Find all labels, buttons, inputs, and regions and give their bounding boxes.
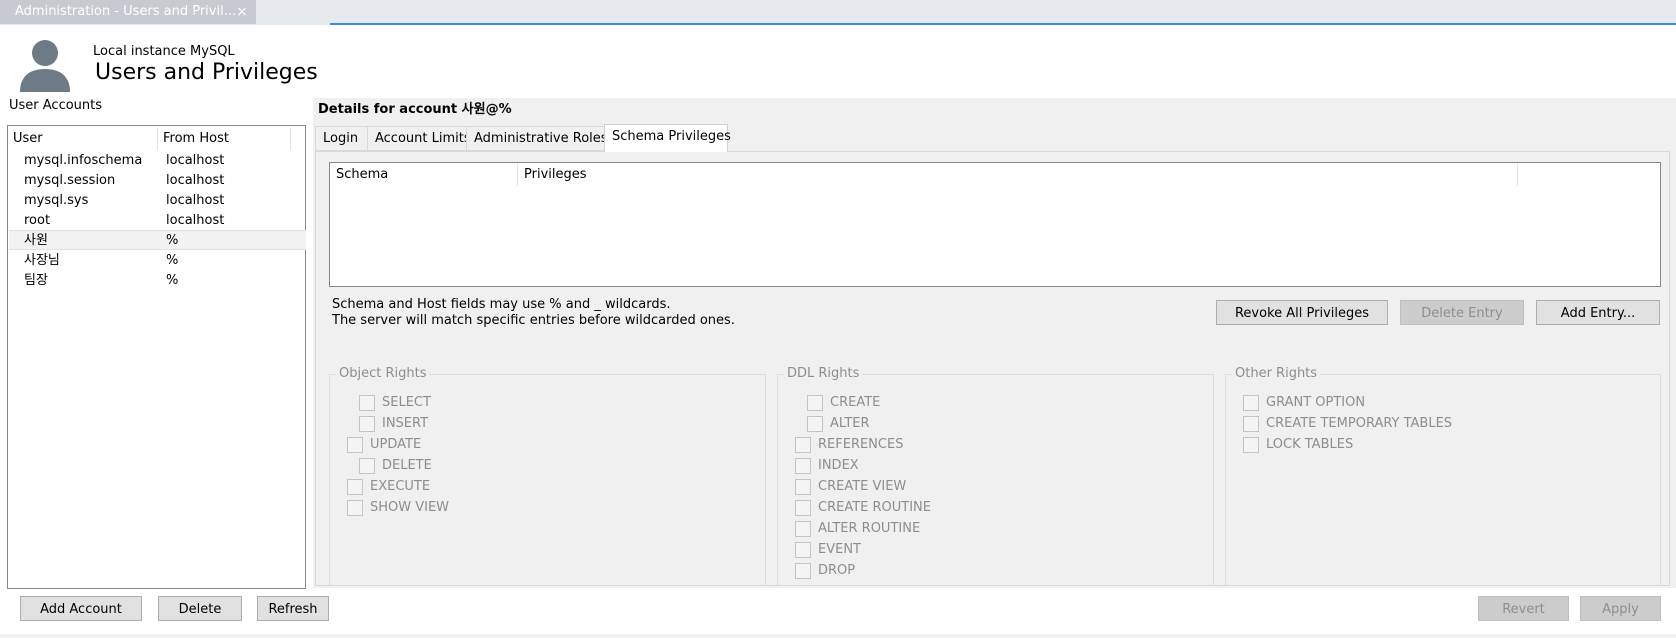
ddl-rights-label: DDL Rights: [784, 366, 863, 381]
wildcard-hint: Schema and Host fields may use % and _ w…: [332, 297, 671, 312]
bottom-border: [0, 634, 1676, 638]
checkbox-label: EXECUTE: [370, 479, 431, 494]
revert-button[interactable]: Revert: [1478, 596, 1569, 621]
user-host: localhost: [166, 173, 225, 188]
checkbox-label: CREATE VIEW: [818, 479, 907, 494]
checkbox-box[interactable]: [795, 437, 811, 453]
column-header-schema[interactable]: Schema: [330, 164, 518, 186]
tab-schema-privileges[interactable]: Schema Privileges: [604, 124, 731, 152]
checkbox-box[interactable]: [1243, 416, 1259, 432]
user-host: localhost: [166, 193, 225, 208]
checkbox-box[interactable]: [795, 521, 811, 537]
checkbox-box[interactable]: [795, 542, 811, 558]
checkbox-label: ALTER: [830, 416, 870, 431]
checkbox-label: LOCK TABLES: [1266, 437, 1354, 452]
add-entry-button[interactable]: Add Entry...: [1536, 300, 1660, 325]
document-tab-title: Administration - Users and Privil...: [15, 4, 237, 19]
column-header-from-host[interactable]: From Host: [158, 128, 291, 150]
checkbox-label: INDEX: [818, 458, 859, 473]
checkbox-box[interactable]: [347, 500, 363, 516]
checkbox-label: DROP: [818, 563, 856, 578]
column-header-privileges[interactable]: Privileges: [518, 164, 1518, 186]
user-row[interactable]: mysql.infoschema localhost: [9, 151, 306, 171]
checkbox-label: ALTER ROUTINE: [818, 521, 921, 536]
user-host: %: [166, 253, 179, 268]
checkbox-label: REFERENCES: [818, 437, 904, 452]
user-host: localhost: [166, 213, 225, 228]
user-host: %: [166, 273, 179, 288]
match-order-hint: The server will match specific entries b…: [332, 313, 735, 328]
checkbox-box[interactable]: [795, 479, 811, 495]
checkbox-box[interactable]: [807, 395, 823, 411]
page-title: Users and Privileges: [95, 60, 318, 85]
checkbox-box[interactable]: [795, 563, 811, 579]
user-row[interactable]: mysql.sys localhost: [9, 191, 306, 211]
delete-account-button[interactable]: Delete: [158, 596, 242, 621]
checkbox-box[interactable]: [795, 458, 811, 474]
tab-account-limits[interactable]: Account Limits: [367, 126, 471, 151]
user-row[interactable]: 사장님 %: [9, 251, 306, 271]
other-rights-label: Other Rights: [1232, 366, 1321, 381]
tab-administrative-roles[interactable]: Administrative Roles: [466, 126, 608, 151]
user-name: 팀장: [24, 273, 48, 288]
checkbox-label: UPDATE: [370, 437, 422, 452]
apply-button[interactable]: Apply: [1580, 596, 1661, 621]
checkbox-label: CREATE ROUTINE: [818, 500, 931, 515]
revoke-all-privileges-button[interactable]: Revoke All Privileges: [1216, 300, 1388, 325]
schema-privileges-table[interactable]: Schema Privileges: [329, 162, 1661, 287]
user-name: root: [24, 213, 51, 228]
tab-login[interactable]: Login: [315, 126, 368, 151]
checkbox-box[interactable]: [807, 416, 823, 432]
user-row-selected[interactable]: 사원 %: [9, 230, 306, 250]
close-icon[interactable]: ×: [234, 2, 250, 22]
checkbox-label: EVENT: [818, 542, 861, 557]
tab-strip-accent-line: [330, 23, 1676, 25]
object-rights-label: Object Rights: [336, 366, 430, 381]
checkbox-label: DELETE: [382, 458, 432, 473]
checkbox-box[interactable]: [1243, 395, 1259, 411]
user-name: 사장님: [24, 253, 60, 268]
add-account-button[interactable]: Add Account: [20, 596, 142, 621]
user-row[interactable]: 팀장 %: [9, 271, 306, 291]
user-accounts-list[interactable]: User From Host mysql.infoschema localhos…: [7, 125, 306, 589]
checkbox-label: GRANT OPTION: [1266, 395, 1366, 410]
user-avatar-icon: [20, 40, 70, 92]
checkbox-box[interactable]: [347, 437, 363, 453]
checkbox-box[interactable]: [359, 416, 375, 432]
user-name: mysql.infoschema: [24, 153, 143, 168]
checkbox-label: SELECT: [382, 395, 431, 410]
document-tab[interactable]: Administration - Users and Privil...: [0, 0, 256, 24]
user-host: localhost: [166, 153, 225, 168]
checkbox-box[interactable]: [347, 479, 363, 495]
checkbox-box[interactable]: [1243, 437, 1259, 453]
checkbox-box[interactable]: [359, 395, 375, 411]
checkbox-label: SHOW VIEW: [370, 500, 450, 515]
user-name: 사원: [24, 233, 48, 248]
page-subtitle: Local instance MySQL: [93, 44, 235, 59]
user-row[interactable]: mysql.session localhost: [9, 171, 306, 191]
checkbox-label: CREATE: [830, 395, 881, 410]
user-name: mysql.session: [24, 173, 116, 188]
delete-entry-button[interactable]: Delete Entry: [1400, 300, 1524, 325]
checkbox-box[interactable]: [359, 458, 375, 474]
checkbox-label: CREATE TEMPORARY TABLES: [1266, 416, 1453, 431]
details-title: Details for account 사원@%: [318, 102, 512, 117]
user-row[interactable]: root localhost: [9, 211, 306, 231]
user-name: mysql.sys: [24, 193, 89, 208]
user-host: %: [166, 233, 179, 248]
column-header-user[interactable]: User: [8, 128, 158, 150]
checkbox-label: INSERT: [382, 416, 429, 431]
checkbox-box[interactable]: [795, 500, 811, 516]
refresh-button[interactable]: Refresh: [257, 596, 329, 621]
user-accounts-label: User Accounts: [9, 98, 103, 113]
